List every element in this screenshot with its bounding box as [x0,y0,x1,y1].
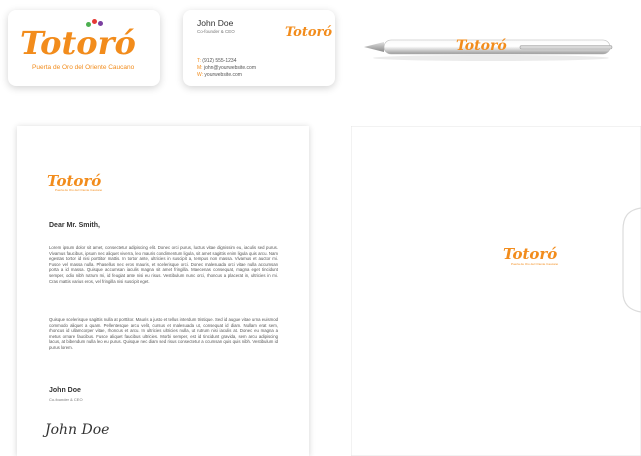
card-email: M: john@yourwebsite.com [197,65,256,71]
pen: Totoró [360,30,622,64]
web-label: W: [197,72,204,78]
letter-sign-name: John Doe [49,387,81,394]
letter-greeting: Dear Mr. Smith, [49,222,100,229]
web-value: yourwebsite.com [204,72,242,78]
card-website: W: yourwebsite.com [197,72,242,78]
business-card-front: Totoró Puerta de Oro del Oriente Caucano [8,10,160,86]
card-logo-wordmark: Totoró [285,25,333,40]
phone-value: (912) 555-1234 [202,58,237,64]
folder-logo-tagline: Puerta de Oro del Oriente Caucano [511,262,559,266]
folder: Totoró Puerta de Oro del Oriente Caucano [351,126,641,456]
letterhead-logo-tagline: Puerta de Oro del Oriente Caucano [55,188,103,192]
business-card-back: John Doe Co-founder & CEO Totoró T: (912… [183,10,335,86]
card-phone: T: (912) 555-1234 [197,58,236,64]
email-label: M: [197,65,203,71]
phone-label: T: [197,58,201,64]
card-contact-name: John Doe [197,18,234,28]
card-contact-title: Co-founder & CEO [197,29,235,34]
logo-hand-dot-green [86,22,91,27]
folder-shape [351,126,641,456]
letterhead: Totoró Puerta de Oro del Oriente Caucano… [17,126,309,456]
logo-hand-dot-red [92,19,97,24]
logo-hand-dot-purple [98,21,103,26]
letter-paragraph-1: Lorem ipsum dolor sit amet, consectetur … [49,245,278,284]
email-value: john@yourwebsite.com [203,65,256,71]
letter-sign-title: Co-founder & CEO [49,397,83,402]
folder-logo-wordmark: Totoró [503,245,558,263]
handwritten-signature: John Doe [45,422,110,438]
pen-logo-wordmark: Totoró [456,38,507,54]
logo-wordmark: Totoró [20,24,136,62]
logo-tagline: Puerta de Oro del Oriente Caucano [32,64,135,71]
letter-paragraph-2: Quisque scelerisque sagittis nulla at po… [49,317,278,350]
